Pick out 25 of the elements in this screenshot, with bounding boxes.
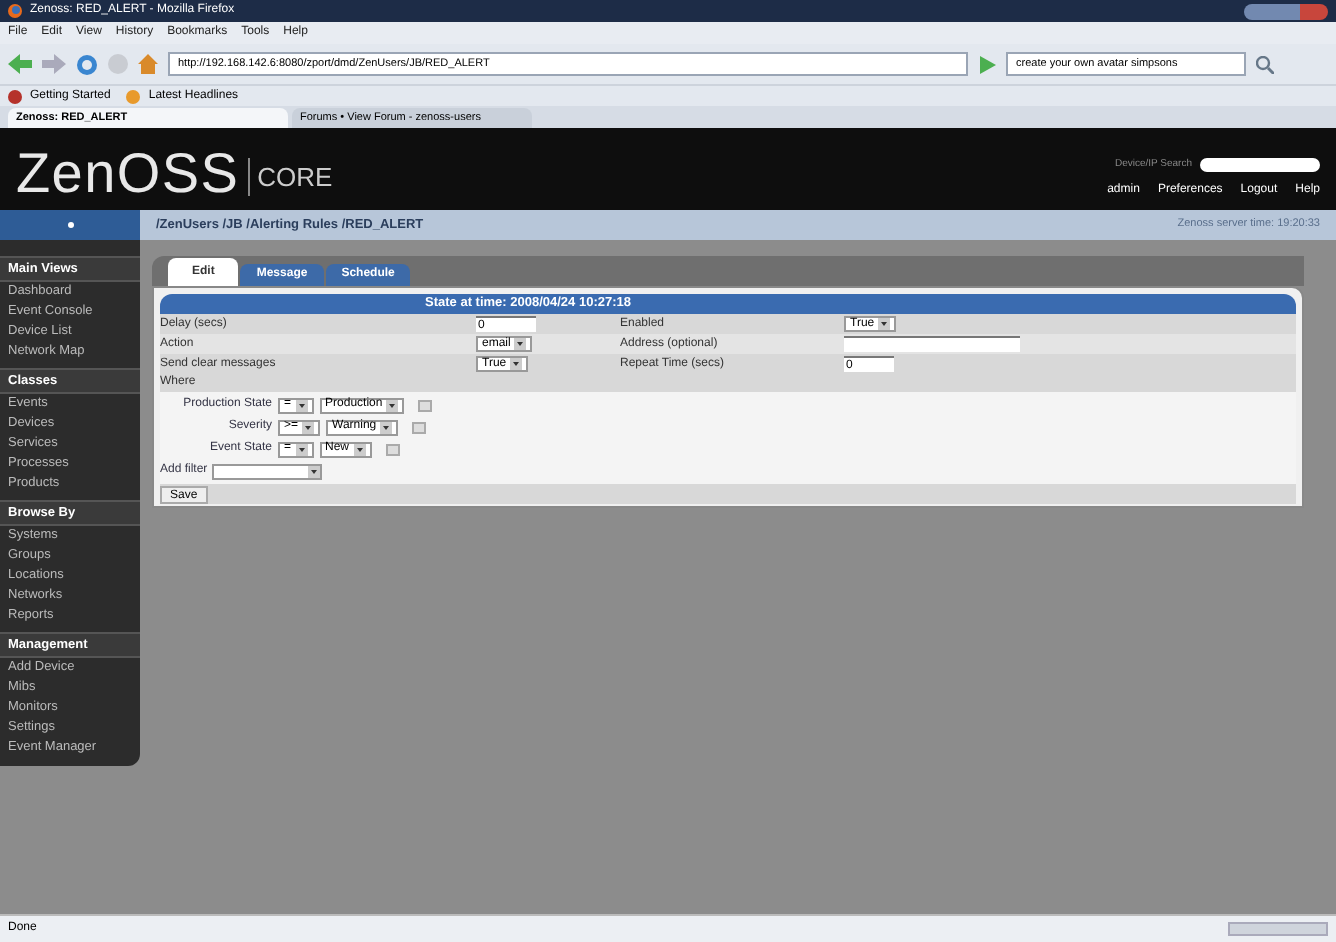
device-search-field[interactable] bbox=[1200, 157, 1320, 172]
dropdown-icon[interactable] bbox=[353, 443, 366, 455]
dropdown-icon[interactable] bbox=[510, 358, 523, 371]
search-icon[interactable] bbox=[1256, 55, 1274, 73]
dropdown-icon[interactable] bbox=[295, 399, 308, 411]
product-label: CORE bbox=[247, 157, 333, 196]
window-controls-icon[interactable] bbox=[1244, 3, 1300, 19]
dropdown-icon[interactable] bbox=[302, 421, 315, 433]
reload-icon[interactable] bbox=[76, 53, 98, 75]
collapse-icon[interactable] bbox=[67, 222, 73, 228]
close-icon[interactable] bbox=[1300, 3, 1328, 19]
dropdown-icon[interactable] bbox=[878, 318, 891, 331]
dropdown-icon[interactable] bbox=[295, 443, 308, 455]
zenoss-logo: ZenOSS bbox=[16, 146, 240, 202]
dropdown-icon[interactable] bbox=[307, 465, 320, 477]
back-arrow-icon[interactable] bbox=[8, 54, 32, 74]
addon-indicator-icon bbox=[1228, 922, 1328, 936]
dropdown-icon[interactable] bbox=[386, 399, 399, 411]
bookmark-icon[interactable] bbox=[8, 89, 22, 103]
go-arrow-icon[interactable] bbox=[978, 55, 996, 73]
dropdown-icon[interactable] bbox=[380, 421, 393, 433]
home-icon[interactable] bbox=[138, 54, 158, 74]
input-field[interactable] bbox=[844, 336, 1020, 352]
dropdown-icon[interactable] bbox=[514, 338, 527, 351]
firefox-icon bbox=[8, 4, 22, 18]
